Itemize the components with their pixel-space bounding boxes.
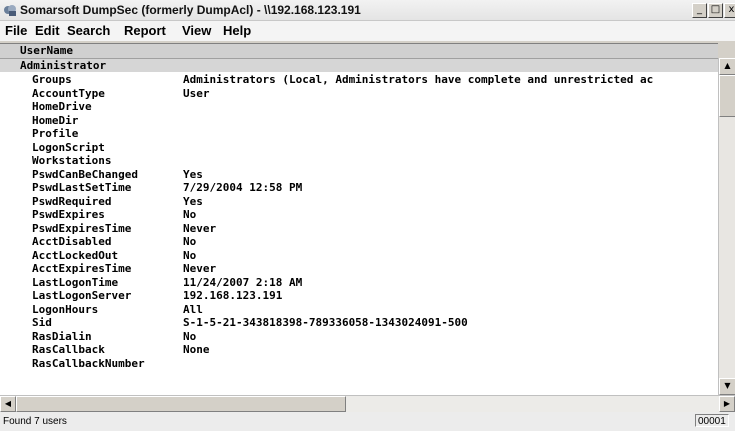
property-value: 11/24/2007 2:18 AM — [183, 275, 303, 289]
menu-edit[interactable]: Edit — [35, 23, 60, 38]
property-value: No — [183, 235, 197, 248]
menu-bar: File Edit Search Report View Help — [0, 21, 735, 41]
status-bar: Found 7 users 00001 — [0, 412, 735, 431]
menu-view[interactable]: View — [182, 23, 211, 38]
table-row[interactable]: PswdCanBeChanged Yes — [0, 168, 718, 182]
property-value: None — [183, 343, 210, 356]
scroll-left-button[interactable]: ◀ — [0, 396, 16, 412]
user-group-row[interactable]: Administrator — [0, 59, 718, 72]
table-row[interactable]: PswdExpires No — [0, 208, 718, 222]
property-name: RasDialin — [32, 329, 92, 343]
table-row[interactable]: Workstations — [0, 154, 718, 168]
property-name: HomeDrive — [32, 100, 92, 113]
table-row[interactable]: LastLogonTime 11/24/2007 2:18 AM — [0, 276, 718, 290]
property-value: No — [183, 248, 197, 262]
property-value: No — [183, 329, 197, 343]
scroll-down-button[interactable]: ▼ — [719, 378, 735, 395]
property-value: 7/29/2004 12:58 PM — [183, 181, 303, 194]
table-row[interactable]: LogonHours All — [0, 303, 718, 317]
table-row[interactable]: Groups Administrators (Local, Administrat… — [0, 73, 718, 87]
property-name: Profile — [32, 127, 79, 140]
property-name: AccountType — [32, 86, 105, 100]
property-name: PswdCanBeChanged — [32, 167, 138, 181]
table-row[interactable]: HomeDir — [0, 114, 718, 128]
user-report-list[interactable]: UserName Administrator Groups Administrat… — [0, 43, 718, 396]
horizontal-scroll-thumb[interactable] — [16, 396, 346, 412]
property-name: LastLogonServer — [32, 289, 132, 302]
property-name: AcctExpiresTime — [32, 262, 132, 275]
property-name: AcctLockedOut — [32, 248, 119, 262]
property-name: LogonScript — [32, 140, 105, 154]
property-name: Groups — [32, 73, 72, 86]
title-bar[interactable]: Somarsoft DumpSec (formerly DumpAcl) - \… — [0, 0, 735, 21]
maximize-button[interactable]: □ — [708, 3, 723, 18]
table-row[interactable]: LastLogonServer 192.168.123.191 — [0, 289, 718, 303]
property-name: PswdExpires — [32, 208, 105, 221]
close-button[interactable]: x — [724, 3, 735, 18]
table-row[interactable]: LogonScript — [0, 141, 718, 155]
property-name: PswdRequired — [32, 194, 112, 208]
property-value: Never — [183, 221, 217, 235]
property-name: PswdLastSetTime — [32, 181, 132, 194]
status-count-panel: 00001 — [695, 414, 729, 427]
menu-help[interactable]: Help — [223, 23, 251, 38]
vertical-scroll-thumb[interactable] — [719, 75, 735, 117]
property-name: LogonHours — [32, 302, 99, 316]
table-row[interactable]: Sid S-1-5-21-343818398-789336058-13430240… — [0, 316, 718, 330]
vertical-scrollbar[interactable]: ▲ ▼ — [718, 58, 735, 395]
column-header[interactable]: UserName — [0, 44, 718, 59]
property-name: HomeDir — [32, 113, 79, 127]
scroll-right-button[interactable]: ▶ — [719, 396, 735, 412]
property-value: No — [183, 208, 197, 221]
table-row[interactable]: PswdLastSetTime 7/29/2004 12:58 PM — [0, 181, 718, 195]
property-value: Never — [183, 262, 217, 275]
table-row[interactable]: PswdExpiresTime Never — [0, 222, 718, 236]
property-name: Sid — [32, 316, 52, 329]
user-name: Administrator — [20, 59, 107, 72]
property-name: RasCallbackNumber — [32, 356, 145, 370]
property-value: All — [183, 302, 203, 316]
table-row[interactable]: AcctLockedOut No — [0, 249, 718, 263]
property-name: AcctDisabled — [32, 235, 112, 248]
menu-report[interactable]: Report — [124, 23, 166, 38]
minimize-button[interactable]: _ — [692, 3, 707, 18]
table-row[interactable]: AccountType User — [0, 87, 718, 101]
property-value: Yes — [183, 167, 203, 181]
table-row[interactable]: PswdRequired Yes — [0, 195, 718, 209]
property-rows: Groups Administrators (Local, Administrat… — [0, 73, 718, 370]
property-name: LastLogonTime — [32, 275, 119, 289]
property-name: PswdExpiresTime — [32, 221, 132, 235]
menu-file[interactable]: File — [5, 23, 27, 38]
status-text: Found 7 users — [3, 416, 67, 427]
menu-search[interactable]: Search — [67, 23, 110, 38]
table-row[interactable]: RasCallback None — [0, 343, 718, 357]
app-window: Somarsoft DumpSec (formerly DumpAcl) - \… — [0, 0, 735, 431]
property-name: Workstations — [32, 154, 112, 167]
property-value: Yes — [183, 194, 203, 208]
table-row[interactable]: AcctExpiresTime Never — [0, 262, 718, 276]
table-row[interactable]: HomeDrive — [0, 100, 718, 114]
scroll-up-button[interactable]: ▲ — [719, 58, 735, 75]
column-header-label: UserName — [20, 44, 73, 57]
horizontal-scrollbar[interactable]: ◀ ▶ — [0, 395, 735, 412]
dumpsec-app-icon — [4, 5, 16, 16]
table-row[interactable]: RasDialin No — [0, 330, 718, 344]
property-value: Administrators (Local, Administrators ha… — [183, 73, 654, 86]
property-name: RasCallback — [32, 343, 105, 356]
table-row[interactable]: RasCallbackNumber — [0, 357, 718, 371]
property-value: 192.168.123.191 — [183, 289, 283, 302]
property-value: User — [183, 86, 210, 100]
table-row[interactable]: Profile — [0, 127, 718, 141]
table-row[interactable]: AcctDisabled No — [0, 235, 718, 249]
property-value: S-1-5-21-343818398-789336058-1343024091-… — [183, 316, 468, 329]
window-title: Somarsoft DumpSec (formerly DumpAcl) - \… — [20, 3, 361, 17]
